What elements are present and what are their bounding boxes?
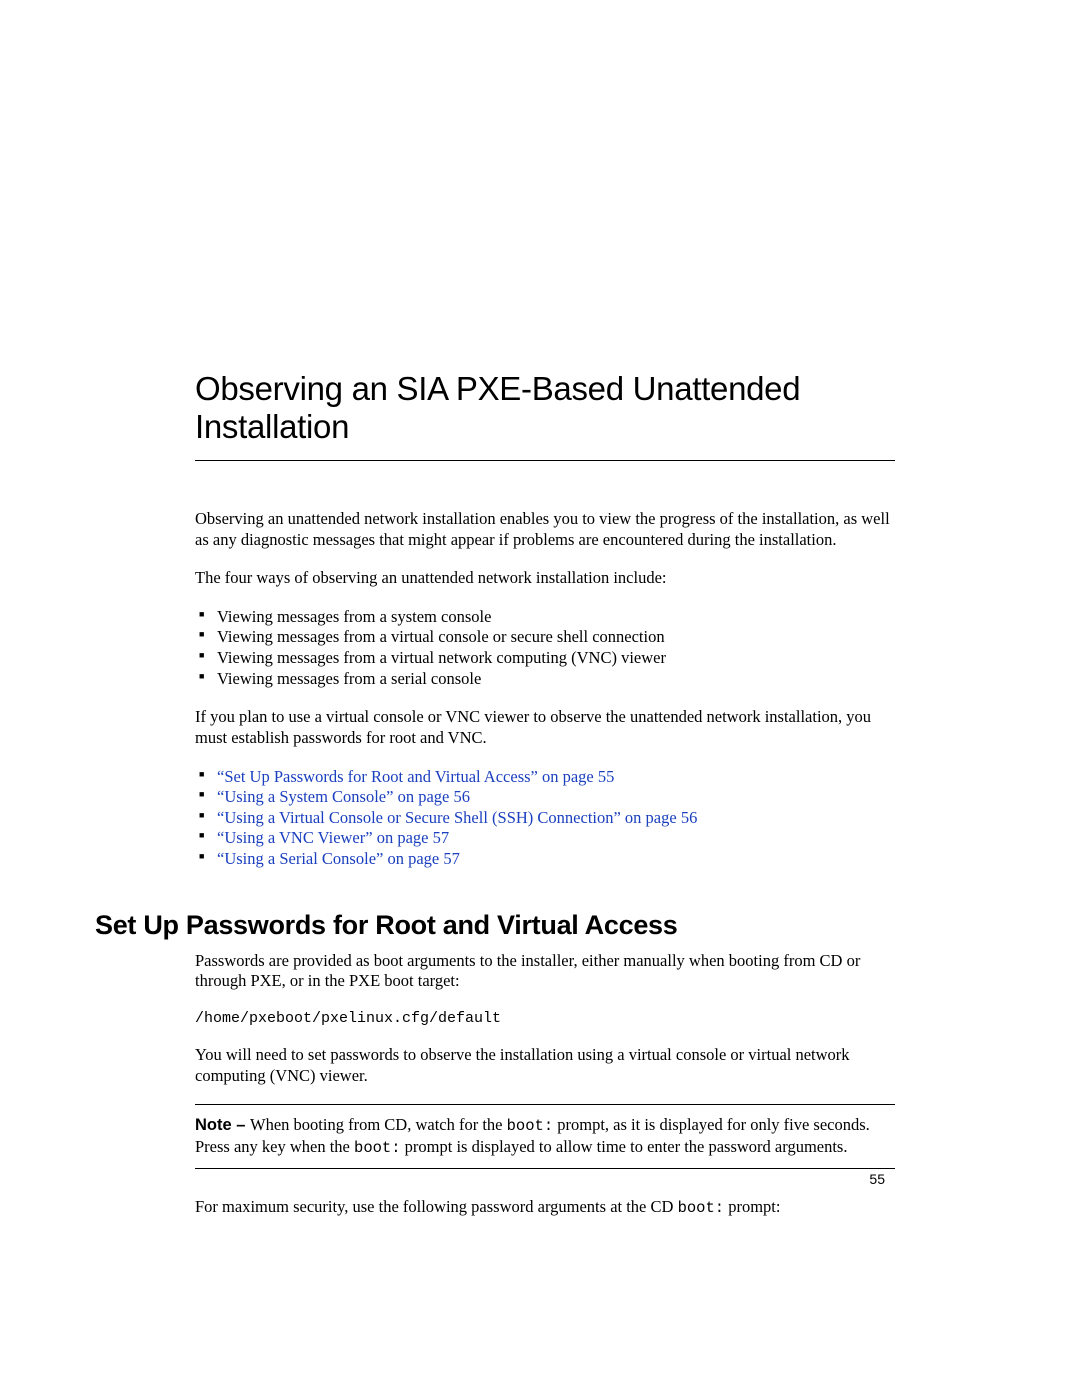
- note-box: Note – When booting from CD, watch for t…: [195, 1104, 895, 1169]
- note-code: boot:: [354, 1139, 401, 1157]
- note-code: boot:: [507, 1117, 554, 1135]
- section-paragraph-1: Passwords are provided as boot arguments…: [195, 951, 895, 992]
- note-text-pre: When booting from CD, watch for the: [250, 1115, 507, 1134]
- list-item: Viewing messages from a system console: [217, 607, 895, 628]
- page-content: Observing an SIA PXE-Based Unattended In…: [195, 370, 895, 1236]
- ways-list: Viewing messages from a system console V…: [195, 607, 895, 690]
- section-paragraph-3: For maximum security, use the following …: [195, 1197, 895, 1218]
- list-item: “Using a Virtual Console or Secure Shell…: [217, 808, 895, 829]
- xref-link[interactable]: “Using a Virtual Console or Secure Shell…: [217, 808, 697, 827]
- list-item: “Using a System Console” on page 56: [217, 787, 895, 808]
- intro-paragraph-1: Observing an unattended network installa…: [195, 509, 895, 550]
- code-path: /home/pxeboot/pxelinux.cfg/default: [195, 1010, 895, 1027]
- page-title: Observing an SIA PXE-Based Unattended In…: [195, 370, 895, 446]
- links-list: “Set Up Passwords for Root and Virtual A…: [195, 767, 895, 870]
- list-item: “Set Up Passwords for Root and Virtual A…: [217, 767, 895, 788]
- text-post: prompt:: [724, 1197, 780, 1216]
- list-item: “Using a VNC Viewer” on page 57: [217, 828, 895, 849]
- list-item: Viewing messages from a virtual network …: [217, 648, 895, 669]
- inline-code: boot:: [678, 1199, 725, 1217]
- intro-paragraph-2: The four ways of observing an unattended…: [195, 568, 895, 589]
- xref-link[interactable]: “Using a VNC Viewer” on page 57: [217, 828, 449, 847]
- section-heading: Set Up Passwords for Root and Virtual Ac…: [95, 910, 895, 941]
- section-paragraph-2: You will need to set passwords to observ…: [195, 1045, 895, 1086]
- list-item: “Using a Serial Console” on page 57: [217, 849, 895, 870]
- intro-paragraph-3: If you plan to use a virtual console or …: [195, 707, 895, 748]
- page-number: 55: [869, 1171, 885, 1187]
- xref-link[interactable]: “Using a System Console” on page 56: [217, 787, 470, 806]
- list-item: Viewing messages from a virtual console …: [217, 627, 895, 648]
- list-item: Viewing messages from a serial console: [217, 669, 895, 690]
- title-rule: [195, 460, 895, 461]
- note-text-post: prompt is displayed to allow time to ent…: [401, 1137, 848, 1156]
- text-pre: For maximum security, use the following …: [195, 1197, 678, 1216]
- xref-link[interactable]: “Using a Serial Console” on page 57: [217, 849, 460, 868]
- xref-link[interactable]: “Set Up Passwords for Root and Virtual A…: [217, 767, 614, 786]
- note-label: Note –: [195, 1116, 250, 1134]
